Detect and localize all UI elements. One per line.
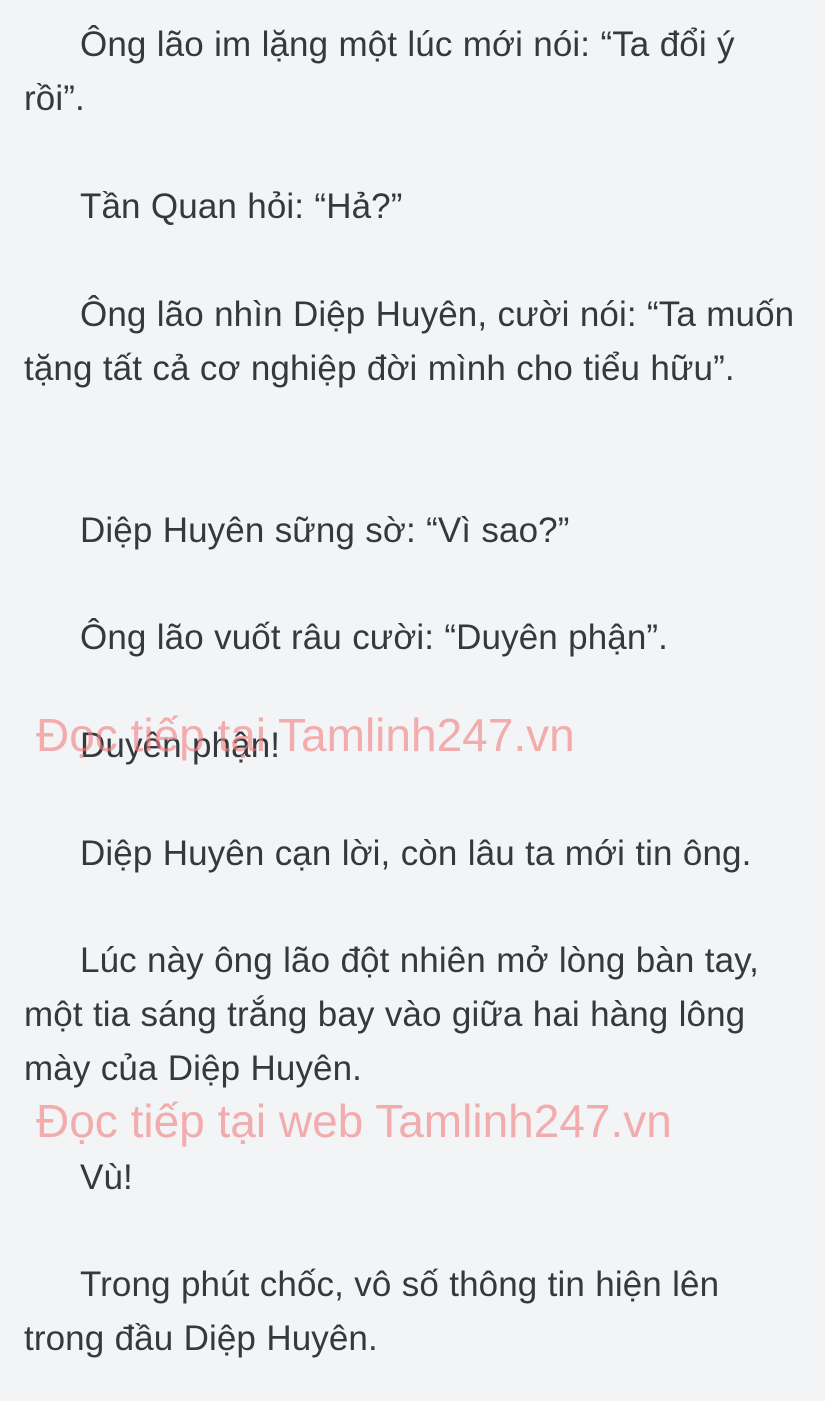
paragraph: Tần Quan hỏi: “Hả?” — [80, 187, 403, 226]
watermark-text: Đọc tiếp tại web Tamlinh247.vn — [36, 1095, 672, 1147]
paragraph: Ông lão im lặng một lúc mới nói: “Ta đổi… — [24, 25, 735, 118]
paragraph: Vù! — [80, 1158, 133, 1197]
paragraph: Trong phút chốc, vô số thông tin hiện lê… — [24, 1265, 720, 1358]
reading-page: Ông lão im lặng một lúc mới nói: “Ta đổi… — [0, 0, 825, 1401]
paragraph: Ông lão nhìn Diệp Huyên, cười nói: “Ta m… — [24, 295, 795, 388]
paragraph: Duyên phận! — [80, 726, 281, 765]
paragraph: Diệp Huyên cạn lời, còn lâu ta mới tin ô… — [80, 834, 752, 873]
paragraph: Lúc này ông lão đột nhiên mở lòng bàn ta… — [24, 941, 759, 1088]
paragraph: Diệp Huyên sững sờ: “Vì sao?” — [80, 511, 570, 550]
paragraph: Ông lão vuốt râu cười: “Duyên phận”. — [80, 618, 668, 657]
